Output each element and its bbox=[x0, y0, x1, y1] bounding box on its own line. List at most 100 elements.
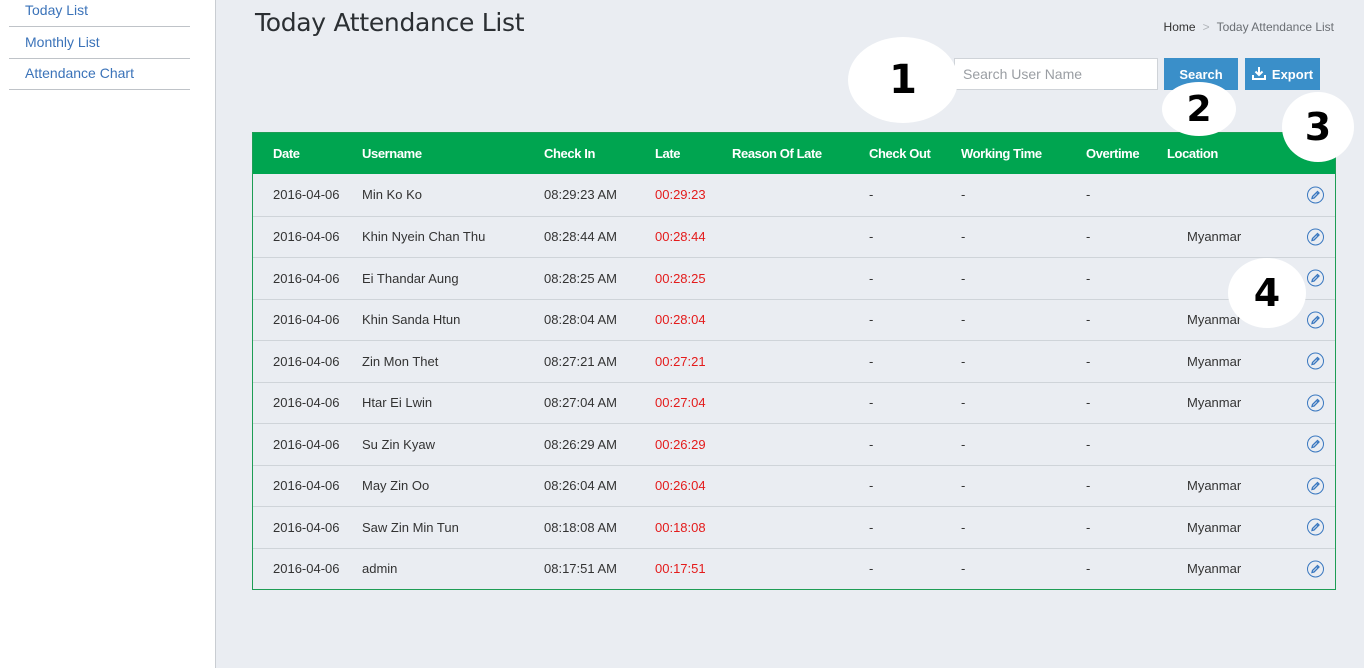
cell-working-time: - bbox=[961, 478, 966, 494]
edit-pencil-icon[interactable] bbox=[1307, 311, 1324, 329]
edit-pencil-icon[interactable] bbox=[1307, 394, 1324, 412]
cell-date: 2016-04-06 bbox=[273, 395, 340, 411]
cell-username: May Zin Oo bbox=[362, 478, 430, 494]
edit-pencil-icon[interactable] bbox=[1307, 477, 1324, 495]
cell-working-time: - bbox=[961, 229, 966, 245]
edit-pencil-icon[interactable] bbox=[1307, 560, 1324, 578]
cell-late: 00:29:23 bbox=[655, 187, 706, 203]
cell-check-in: 08:28:25 AM bbox=[544, 270, 617, 286]
cell-overtime: - bbox=[1086, 519, 1091, 535]
cell-check-out: - bbox=[869, 478, 874, 494]
cell-overtime: - bbox=[1086, 561, 1091, 577]
cell-overtime: - bbox=[1086, 353, 1091, 369]
cell-location: Myanmar bbox=[1187, 395, 1242, 411]
edit-pencil-icon[interactable] bbox=[1307, 186, 1324, 204]
table-header: Date Username Check In Late Reason Of La… bbox=[253, 133, 1335, 174]
cell-late: 00:27:21 bbox=[655, 353, 706, 369]
cell-check-out: - bbox=[869, 519, 874, 535]
cell-date: 2016-04-06 bbox=[273, 478, 340, 494]
table-row: 2016-04-06 Htar Ei Lwin 08:27:04 AM 00:27:0… bbox=[253, 381, 1335, 423]
cell-check-out: - bbox=[869, 312, 874, 328]
cell-check-in: 08:27:21 AM bbox=[544, 353, 617, 369]
search-input[interactable] bbox=[954, 58, 1158, 90]
edit-pencil-icon[interactable] bbox=[1307, 228, 1324, 246]
cell-check-in: 08:18:08 AM bbox=[544, 519, 617, 535]
cell-late: 00:18:08 bbox=[655, 519, 706, 535]
cell-location: Myanmar bbox=[1187, 519, 1242, 535]
column-header-username[interactable]: Username bbox=[362, 133, 422, 174]
cell-date: 2016-04-06 bbox=[273, 436, 340, 452]
cell-check-out: - bbox=[869, 229, 874, 245]
cell-late: 00:26:29 bbox=[655, 436, 706, 452]
search-button-label: Search bbox=[1179, 66, 1223, 82]
cell-late: 00:17:51 bbox=[655, 561, 706, 577]
cell-username: Saw Zin Min Tun bbox=[362, 519, 459, 535]
cell-username: Ei Thandar Aung bbox=[362, 270, 459, 286]
cell-late: 00:26:04 bbox=[655, 478, 706, 494]
table-row: 2016-04-06 Su Zin Kyaw 08:26:29 AM 00:26:29… bbox=[253, 423, 1335, 465]
table-row: 2016-04-06 Khin Sanda Htun 08:28:04 AM 00:2… bbox=[253, 298, 1335, 340]
cell-date: 2016-04-06 bbox=[273, 561, 340, 577]
cell-late: 00:27:04 bbox=[655, 395, 706, 411]
cell-check-in: 08:17:51 AM bbox=[544, 561, 617, 577]
breadcrumb-home[interactable]: Home bbox=[1164, 20, 1196, 34]
callout-2: 2 bbox=[1162, 82, 1236, 136]
callout-3: 3 bbox=[1282, 92, 1354, 162]
sidebar: Today List Monthly List Attendance Chart bbox=[0, 0, 216, 668]
column-header-check-in[interactable]: Check In bbox=[544, 133, 595, 174]
cell-working-time: - bbox=[961, 395, 966, 411]
sidebar-item-monthly-list[interactable]: Monthly List bbox=[9, 27, 190, 59]
table-row: 2016-04-06 May Zin Oo 08:26:04 AM 00:26:04 -… bbox=[253, 464, 1335, 506]
cell-check-out: - bbox=[869, 270, 874, 286]
cell-overtime: - bbox=[1086, 395, 1091, 411]
export-button[interactable]: Export bbox=[1245, 58, 1320, 90]
cell-username: Khin Nyein Chan Thu bbox=[362, 229, 486, 245]
cell-overtime: - bbox=[1086, 187, 1091, 203]
column-header-reason-of-late[interactable]: Reason Of Late bbox=[732, 133, 822, 174]
table-body: 2016-04-06 Min Ko Ko 08:29:23 AM 00:29:23 - -… bbox=[253, 174, 1335, 589]
sidebar-item-attendance-chart[interactable]: Attendance Chart bbox=[9, 58, 190, 90]
table-row: 2016-04-06 Saw Zin Min Tun 08:18:08 AM 00:1… bbox=[253, 506, 1335, 548]
cell-check-in: 08:28:44 AM bbox=[544, 229, 617, 245]
cell-date: 2016-04-06 bbox=[273, 519, 340, 535]
breadcrumb-separator: > bbox=[1202, 20, 1210, 34]
callout-1: 1 bbox=[848, 37, 958, 123]
column-header-check-out[interactable]: Check Out bbox=[869, 133, 931, 174]
export-button-label: Export bbox=[1271, 66, 1314, 82]
sidebar-item-today-list[interactable]: Today List bbox=[9, 0, 190, 27]
cell-date: 2016-04-06 bbox=[273, 187, 340, 203]
cell-overtime: - bbox=[1086, 229, 1091, 245]
column-header-overtime[interactable]: Overtime bbox=[1086, 133, 1140, 174]
cell-check-in: 08:27:04 AM bbox=[544, 395, 617, 411]
breadcrumb: Home > Today Attendance List bbox=[1164, 20, 1334, 34]
cell-location: Myanmar bbox=[1187, 353, 1242, 369]
cell-location: Myanmar bbox=[1187, 561, 1242, 577]
cell-location: Myanmar bbox=[1187, 478, 1242, 494]
callout-4: 4 bbox=[1228, 258, 1306, 328]
cell-username: Min Ko Ko bbox=[362, 187, 422, 203]
attendance-table: Date Username Check In Late Reason Of La… bbox=[252, 132, 1336, 590]
edit-pencil-icon[interactable] bbox=[1307, 269, 1324, 287]
cell-working-time: - bbox=[961, 436, 966, 452]
column-header-working-time[interactable]: Working Time bbox=[961, 133, 1042, 174]
cell-date: 2016-04-06 bbox=[273, 312, 340, 328]
edit-pencil-icon[interactable] bbox=[1307, 518, 1324, 536]
column-header-late[interactable]: Late bbox=[655, 133, 681, 174]
cell-working-time: - bbox=[961, 270, 966, 286]
cell-username: Zin Mon Thet bbox=[362, 353, 439, 369]
cell-check-in: 08:29:23 AM bbox=[544, 187, 617, 203]
cell-overtime: - bbox=[1086, 436, 1091, 452]
edit-pencil-icon[interactable] bbox=[1307, 435, 1324, 453]
cell-check-out: - bbox=[869, 395, 874, 411]
column-header-date[interactable]: Date bbox=[273, 133, 300, 174]
page-title: Today Attendance List bbox=[255, 8, 525, 37]
cell-check-out: - bbox=[869, 436, 874, 452]
table-row: 2016-04-06 Zin Mon Thet 08:27:21 AM 00:27:2… bbox=[253, 340, 1335, 382]
cell-working-time: - bbox=[961, 353, 966, 369]
cell-username: Khin Sanda Htun bbox=[362, 312, 461, 328]
edit-pencil-icon[interactable] bbox=[1307, 352, 1324, 370]
table-row: 2016-04-06 Khin Nyein Chan Thu 08:28:44 AM… bbox=[253, 215, 1335, 257]
cell-overtime: - bbox=[1086, 312, 1091, 328]
cell-working-time: - bbox=[961, 561, 966, 577]
column-header-location[interactable]: Location bbox=[1167, 133, 1218, 174]
